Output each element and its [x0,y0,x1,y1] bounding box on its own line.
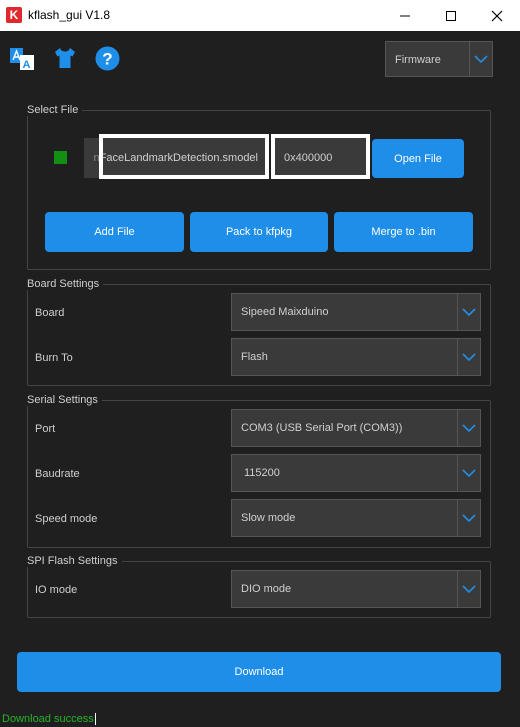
io-mode-select[interactable]: DIO mode [231,570,481,608]
svg-text:A: A [23,59,31,71]
serial-settings-title: Serial Settings [27,394,102,406]
svg-text:?: ? [102,50,112,69]
chevron-down-icon [462,513,476,522]
merge-bin-button[interactable]: Merge to .bin [334,212,473,252]
language-button[interactable]: A [8,45,34,73]
burn-to-select-value: Flash [241,351,268,363]
maximize-button[interactable] [428,0,474,31]
help-icon: ? [95,46,120,71]
io-mode-select-value: DIO mode [241,583,292,595]
open-file-button[interactable]: Open File [372,139,464,178]
window-title: kflash_gui V1.8 [28,8,111,22]
io-mode-select-arrow [457,571,480,607]
burn-to-label: Burn To [35,352,73,364]
speed-mode-select-value: Slow mode [241,512,296,524]
port-select-arrow [457,410,480,446]
speed-mode-label: Speed mode [35,513,98,525]
tshirt-icon [55,48,75,68]
board-settings-title: Board Settings [27,278,104,290]
file-status-indicator [54,151,67,164]
speed-mode-select[interactable]: Slow mode [231,499,481,537]
io-mode-label: IO mode [35,584,78,596]
board-select[interactable]: Sipeed Maixduino [231,293,481,331]
board-label: Board [35,307,65,319]
title-bar: K kflash_gui V1.8 [0,0,520,31]
chevron-down-icon [462,423,476,432]
port-select-value: COM3 (USB Serial Port (COM3)) [241,422,403,434]
mode-select[interactable]: Firmware [385,41,493,77]
port-select[interactable]: COM3 (USB Serial Port (COM3)) [231,409,481,447]
baudrate-select-value: 115200 [244,467,280,479]
chevron-down-icon [462,468,476,477]
mode-select-arrow [469,42,492,76]
chevron-down-icon [462,307,476,316]
maximize-icon [446,10,456,21]
download-button[interactable]: Download [17,652,501,692]
baudrate-select-arrow [457,455,480,491]
text-cursor [94,713,96,726]
minimize-icon [400,15,410,16]
close-button[interactable] [474,0,520,31]
help-button[interactable]: ? [94,45,120,73]
board-select-arrow [457,294,480,330]
board-select-value: Sipeed Maixduino [241,306,329,318]
file-path-highlight [99,134,269,179]
baudrate-label: Baudrate [35,468,80,480]
theme-button[interactable] [52,45,78,73]
status-text: Download success [2,713,94,725]
close-icon [491,10,503,21]
minimize-button[interactable] [382,0,428,31]
burn-to-select[interactable]: Flash [231,338,481,376]
status-bar: Download success [2,713,96,726]
baudrate-select[interactable]: 115200 [231,454,481,492]
chevron-down-icon [474,54,488,63]
add-file-button[interactable]: Add File [45,212,184,252]
burn-to-select-arrow [457,339,480,375]
app-logo: K [6,7,22,23]
chevron-down-icon [462,352,476,361]
speed-mode-select-arrow [457,500,480,536]
address-highlight [271,134,370,179]
translate-icon: A [10,48,34,71]
chevron-down-icon [462,584,476,593]
spi-flash-settings-title: SPI Flash Settings [27,555,122,567]
port-label: Port [35,423,56,435]
pack-kfpkg-button[interactable]: Pack to kfpkg [190,212,328,252]
mode-select-value: Firmware [395,54,441,66]
select-file-title: Select File [27,104,83,116]
